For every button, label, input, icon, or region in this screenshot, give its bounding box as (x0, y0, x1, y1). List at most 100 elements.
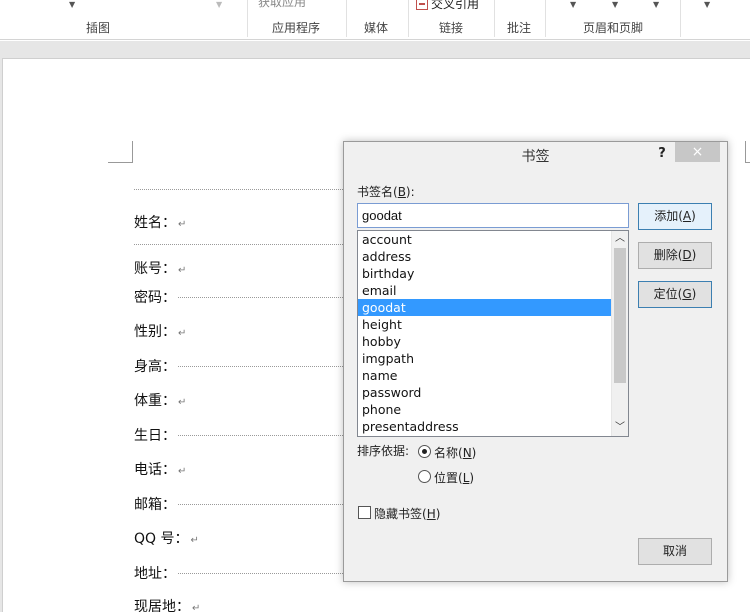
doc-line-gender[interactable]: 性别： ↵ (134, 321, 186, 341)
list-item[interactable]: address (358, 248, 611, 265)
paragraph-mark-icon: ↵ (178, 219, 187, 230)
sort-by-label: 排序依据: (357, 444, 410, 458)
divider (346, 0, 347, 37)
dotted-separator (134, 189, 343, 190)
label-text: ) (435, 507, 441, 521)
doc-line-text: 现居地： (134, 599, 190, 612)
doc-line-account[interactable]: 账号： ↵ (134, 258, 186, 278)
goto-button[interactable]: 定位(G) (638, 281, 712, 308)
access-key: D (682, 248, 692, 262)
sort-by-name-radio[interactable] (418, 445, 431, 458)
list-item[interactable]: name (358, 367, 611, 384)
doc-line-text: 性别： (134, 324, 176, 340)
label-text: ) (471, 446, 477, 460)
bookmark-name-label: 书签名(B): (357, 183, 415, 200)
access-key: G (682, 287, 692, 301)
bookmark-name-input[interactable] (357, 203, 629, 228)
doc-line-text: QQ 号： (134, 531, 189, 547)
access-key: B (397, 185, 406, 199)
button-text: 定位( (653, 287, 683, 301)
list-scrollbar[interactable]: ︿ ﹀ (611, 231, 628, 436)
cross-reference-label: 交叉引用 (431, 0, 480, 11)
dotted-separator (134, 244, 343, 245)
dotted-separator (178, 366, 343, 367)
group-illustrations: 插图 (86, 21, 111, 35)
sort-by-name-label[interactable]: 名称(N) (434, 444, 476, 461)
doc-line-height[interactable]: 身高： (134, 356, 176, 376)
doc-line-present-address[interactable]: 现居地： ↵ (134, 596, 200, 612)
cancel-button[interactable]: 取消 (638, 538, 712, 565)
chevron-down-icon[interactable]: ﹀ (612, 420, 628, 436)
paragraph-mark-icon: ↵ (178, 328, 187, 339)
dotted-separator (178, 297, 343, 298)
sort-by-location-radio[interactable] (418, 470, 431, 483)
doc-line-text: 邮箱： (134, 497, 176, 513)
list-item[interactable]: phone (358, 401, 611, 418)
dotted-separator (178, 504, 343, 505)
cross-reference-button[interactable]: 交叉引用 (416, 0, 479, 12)
group-media: 媒体 (364, 21, 389, 35)
doc-line-text: 账号： (134, 261, 176, 277)
margin-corner-mark (108, 141, 133, 163)
list-item[interactable]: imgpath (358, 350, 611, 367)
doc-line-text: 电话： (134, 462, 176, 478)
doc-line-email[interactable]: 邮箱： (134, 494, 176, 514)
doc-line-text: 地址： (134, 566, 176, 582)
list-item[interactable]: hobby (358, 333, 611, 350)
bookmark-list[interactable]: account address birthday email goodat he… (357, 230, 629, 437)
button-text: ) (691, 287, 697, 301)
label-text: 书签名( (357, 185, 398, 199)
button-text: 添加( (654, 209, 683, 223)
delete-button[interactable]: 删除(D) (638, 242, 712, 269)
doc-line-birthday[interactable]: 生日： (134, 425, 176, 445)
group-apps: 应用程序 (272, 21, 321, 35)
button-text: ) (691, 248, 697, 262)
doc-line-qq[interactable]: QQ 号： ↵ (134, 528, 199, 548)
list-item[interactable]: password (358, 384, 611, 401)
doc-line-address[interactable]: 地址： (134, 563, 176, 583)
ribbon: 获取应用 交叉引用 ▼ ▼ ▼ ▼ ▼ ▼ 插图 应用程序 媒体 链接 批注 页… (0, 0, 750, 40)
footer-dropdown-icon[interactable]: ▼ (612, 0, 618, 9)
label-text: ) (469, 471, 475, 485)
divider (680, 0, 681, 37)
label-text: 隐藏书签( (374, 507, 427, 521)
access-key: N (462, 446, 472, 460)
list-item[interactable]: height (358, 316, 611, 333)
doc-line-weight[interactable]: 体重： ↵ (134, 390, 186, 410)
chevron-up-icon[interactable]: ︿ (612, 231, 628, 247)
list-item[interactable]: account (358, 231, 611, 248)
sort-by-location-label[interactable]: 位置(L) (434, 469, 474, 486)
close-button[interactable]: × (675, 142, 720, 162)
help-button[interactable]: ? (652, 144, 672, 164)
get-apps-partial-label[interactable]: 获取应用 (258, 0, 306, 10)
dotted-separator (178, 435, 343, 436)
label-text: ): (405, 185, 415, 199)
list-item-selected[interactable]: goodat (358, 299, 611, 316)
list-item[interactable]: presentaddress (358, 418, 611, 435)
list-item[interactable]: email (358, 282, 611, 299)
dotted-separator (178, 573, 343, 574)
text-dropdown-icon[interactable]: ▼ (704, 0, 710, 9)
doc-line-name[interactable]: 姓名： ↵ (134, 212, 186, 232)
access-key: H (426, 507, 436, 521)
margin-corner-mark (745, 141, 750, 163)
doc-line-text: 体重： (134, 393, 176, 409)
doc-line-text: 姓名： (134, 215, 176, 231)
hidden-bookmarks-label[interactable]: 隐藏书签(H) (374, 505, 440, 522)
doc-line-phone[interactable]: 电话： ↵ (134, 459, 186, 479)
bookmark-dialog: 书签 ? × 书签名(B): account address birthday … (343, 141, 728, 582)
illustrations-dropdown-icon[interactable]: ▼ (69, 0, 75, 9)
button-text: ) (691, 209, 696, 223)
page-number-dropdown-icon[interactable]: ▼ (653, 0, 659, 9)
header-dropdown-icon[interactable]: ▼ (570, 0, 576, 9)
hidden-bookmarks-checkbox[interactable] (358, 506, 371, 519)
illustrations-dropdown-icon-2[interactable]: ▼ (216, 0, 222, 9)
paragraph-mark-icon: ↵ (178, 397, 187, 408)
label-text: 名称( (434, 446, 463, 460)
scrollbar-thumb[interactable] (614, 248, 626, 383)
list-item[interactable]: birthday (358, 265, 611, 282)
doc-line-text: 生日： (134, 428, 176, 444)
doc-line-password[interactable]: 密码： (134, 287, 176, 307)
add-button[interactable]: 添加(A) (638, 203, 712, 230)
paragraph-mark-icon: ↵ (190, 535, 199, 546)
